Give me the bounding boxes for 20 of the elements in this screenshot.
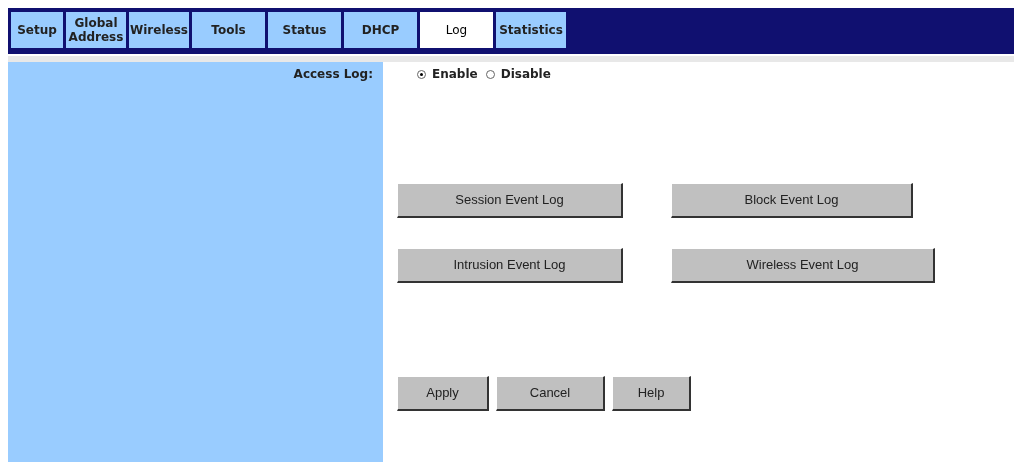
tab[interactable]: Status bbox=[268, 12, 341, 48]
tab[interactable]: Setup bbox=[11, 12, 63, 48]
tab[interactable]: Statistics bbox=[496, 12, 566, 48]
tab[interactable]: DHCP bbox=[344, 12, 417, 48]
access-log-label: Access Log: bbox=[293, 66, 373, 83]
radio-option[interactable]: Enable bbox=[417, 65, 478, 83]
action-button[interactable]: Help bbox=[612, 376, 691, 411]
tab[interactable]: Wireless bbox=[129, 12, 189, 48]
radio-button[interactable] bbox=[417, 69, 426, 79]
radio-button[interactable] bbox=[485, 69, 495, 79]
log-button[interactable]: Block Event Log bbox=[671, 183, 913, 218]
log-button[interactable]: Wireless Event Log bbox=[671, 248, 935, 283]
tab[interactable]: Log bbox=[420, 12, 493, 48]
action-button[interactable]: Cancel bbox=[496, 376, 605, 411]
tab[interactable]: Tools bbox=[192, 12, 265, 48]
tab[interactable]: Global Address bbox=[66, 12, 126, 48]
log-button[interactable]: Session Event Log bbox=[397, 183, 623, 218]
action-button[interactable]: Apply bbox=[397, 376, 489, 411]
radio-option[interactable]: Disable bbox=[485, 65, 551, 83]
log-button[interactable]: Intrusion Event Log bbox=[397, 248, 623, 283]
